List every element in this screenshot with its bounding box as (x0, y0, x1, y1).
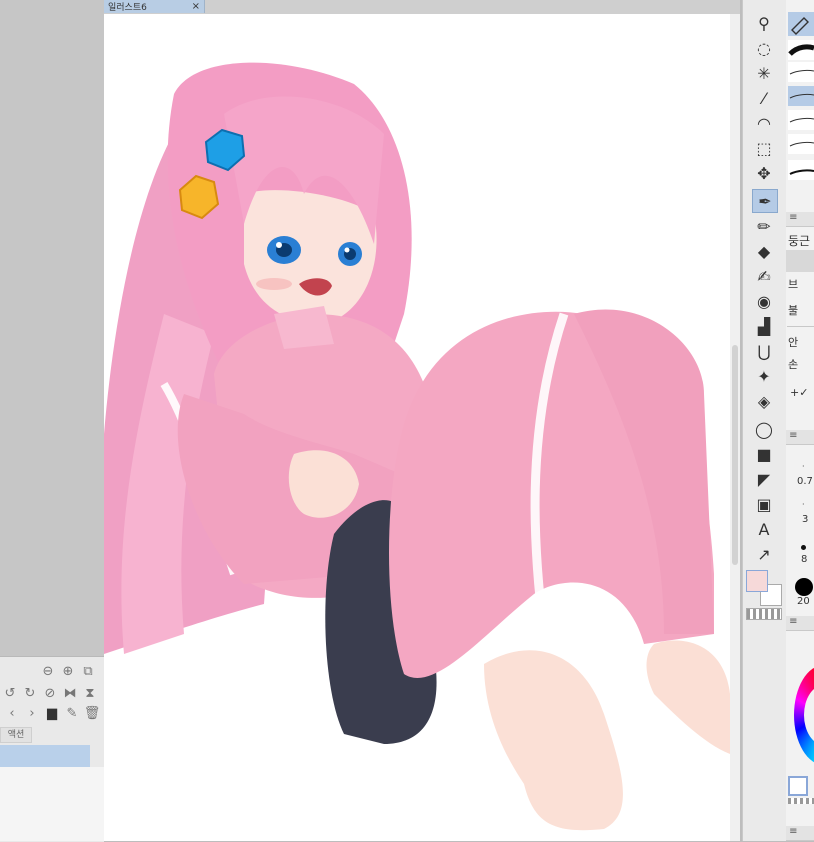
brush-size-value[interactable]: 20 (797, 596, 810, 607)
zoom-out-icon[interactable]: ⊖ (40, 663, 56, 679)
property-row-label: 손 (788, 358, 799, 371)
foot-back-shape (646, 640, 730, 754)
flip-horizontal-icon[interactable]: ⧓ (62, 685, 78, 701)
tab-document[interactable]: 일러스트6 × (104, 0, 205, 13)
brush-name-label: 둥근 (788, 234, 811, 248)
sub-tool-item[interactable] (788, 110, 814, 130)
eraser-tool-icon[interactable]: ◆ (752, 240, 776, 262)
transparent-swatch-small[interactable] (788, 798, 814, 804)
document-tab-title: 일러스트6 (108, 3, 147, 13)
property-checkbox[interactable]: +✓ (790, 386, 808, 399)
brush-size-value[interactable]: 3 (802, 514, 808, 525)
navigator-icon[interactable]: ⧉ (80, 663, 96, 679)
color-swatch-small[interactable] (788, 776, 808, 796)
flip-vertical-icon[interactable]: ⧗ (82, 685, 98, 701)
brush-preview (786, 250, 814, 272)
color-wheel-header: ≡ (786, 616, 814, 631)
sub-tool-pen-icon-selected[interactable] (788, 12, 814, 36)
property-row-label: 브 (788, 278, 799, 291)
brush-size-header: ≡ (786, 430, 814, 445)
sub-tool-item[interactable] (788, 40, 814, 60)
chevron-left-icon[interactable]: ‹ (4, 705, 20, 721)
text-tool-icon[interactable]: A (752, 518, 776, 540)
rotate-right-icon[interactable]: ↻ (22, 685, 38, 701)
eyedropper-icon[interactable]: ⁄ (752, 87, 776, 109)
rotate-tool-icon[interactable]: ◠ (752, 112, 776, 134)
main-color-swatch[interactable] (746, 570, 768, 592)
chevron-right-icon[interactable]: › (24, 705, 40, 721)
action-list-selected-item[interactable] (0, 745, 90, 767)
decoration-tool-icon[interactable]: ⋃ (752, 340, 776, 362)
transparent-color-swatch[interactable] (746, 608, 782, 620)
pen-tool-icon[interactable]: ✒ (752, 189, 778, 213)
tab-actions[interactable]: 액션 (0, 727, 32, 743)
trash-icon[interactable]: 🗑 (84, 705, 101, 721)
size-dot: · (802, 462, 805, 471)
zoom-tool-icon[interactable]: ⚲ (752, 12, 776, 34)
brush-size-value[interactable]: 0.7 (797, 476, 813, 487)
sub-tool-item[interactable] (788, 134, 814, 154)
fill-tool-icon[interactable]: ◈ (752, 390, 776, 412)
airbrush-tool-icon[interactable]: ▟ (752, 315, 776, 337)
drawing-canvas[interactable] (104, 14, 730, 841)
property-row-label: 불 (788, 304, 799, 317)
foot-front-shape (484, 650, 623, 831)
zoom-in-icon[interactable]: ⊕ (60, 663, 76, 679)
brush-size-value[interactable]: 8 (801, 554, 807, 565)
sub-tool-item-selected[interactable] (788, 86, 814, 106)
rotate-left-icon[interactable]: ↺ (2, 685, 18, 701)
divider (787, 326, 814, 327)
magic-wand-icon[interactable]: ✳ (752, 62, 776, 84)
sparkle-tool-icon[interactable]: ✦ (752, 365, 776, 387)
size-dot: · (802, 500, 805, 509)
tool-property-header: ≡ (786, 212, 814, 227)
move-tool-icon[interactable]: ✥ (752, 162, 776, 184)
scrollbar-thumb[interactable] (732, 345, 738, 565)
close-icon[interactable]: × (192, 1, 204, 12)
pencil-tool-icon[interactable]: ✏ (752, 215, 776, 237)
action-list (0, 767, 104, 841)
size-dot (801, 545, 806, 550)
gradient-tool-icon[interactable]: ■ (752, 443, 776, 465)
illustration-artwork (104, 62, 730, 831)
blend-tool-icon[interactable]: ◉ (752, 290, 776, 312)
frame-tool-icon[interactable]: ▣ (752, 493, 776, 515)
panel-header: ≡ (786, 826, 814, 841)
lasso-tool-icon[interactable]: ◌ (752, 37, 776, 59)
ruler-tool-icon[interactable]: ◤ (752, 468, 776, 490)
object-tool-icon[interactable]: ⬚ (752, 137, 776, 159)
open-folder-icon[interactable]: ▆ (44, 705, 60, 721)
correct-line-tool-icon[interactable]: ↗ (752, 543, 776, 565)
sub-tool-item[interactable] (788, 160, 814, 180)
balloon-tool-icon[interactable]: ◯ (752, 418, 776, 440)
brush-tool-icon[interactable]: ✍ (752, 265, 776, 287)
property-row-label: 안 (788, 336, 799, 349)
reset-rotation-icon[interactable]: ⊘ (42, 685, 58, 701)
edit-icon[interactable]: ✎ (64, 705, 80, 721)
blush-shape (256, 278, 292, 290)
size-dot (795, 578, 813, 596)
sub-tool-item[interactable] (788, 62, 814, 82)
